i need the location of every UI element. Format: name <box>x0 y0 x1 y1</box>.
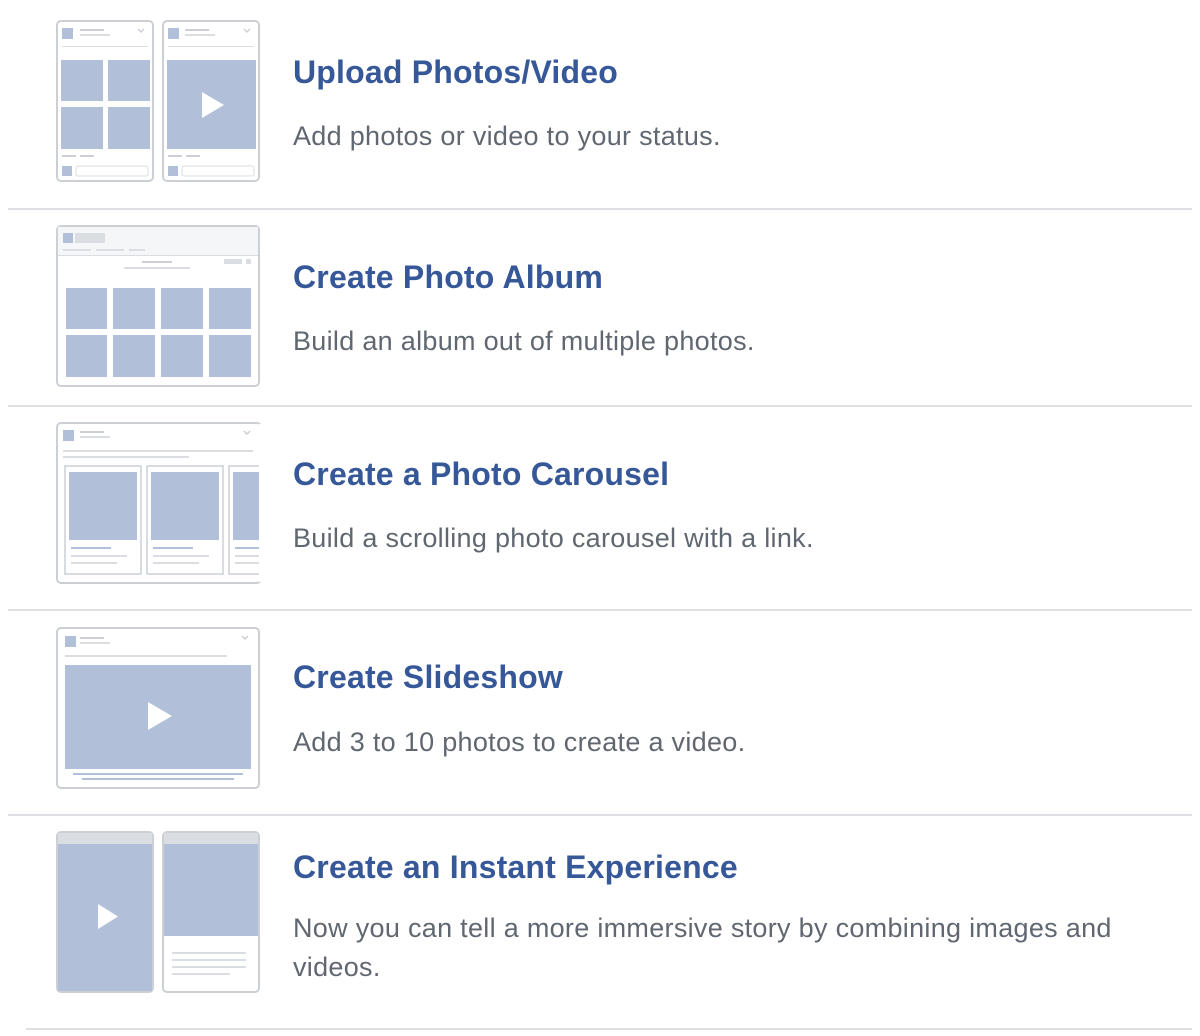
option-title[interactable]: Upload Photos/Video <box>293 54 618 91</box>
option-create-photo-album[interactable]: Create Photo Album Build an album out of… <box>8 210 1192 405</box>
option-title[interactable]: Create a Photo Carousel <box>293 456 669 493</box>
divider <box>26 1028 1192 1030</box>
upload-photos-video-illustration-icon <box>56 20 262 184</box>
option-description: Add photos or video to your status. <box>293 121 721 151</box>
option-create-instant-experience[interactable]: Create an Instant Experience Now you can… <box>8 816 1192 1028</box>
slideshow-illustration-icon <box>56 627 262 791</box>
option-upload-photos-video[interactable]: Upload Photos/Video Add photos or video … <box>8 0 1192 208</box>
option-description: Now you can tell a more immersive story … <box>293 913 1112 982</box>
instant-experience-illustration-icon <box>56 831 262 995</box>
option-description: Add 3 to 10 photos to create a video. <box>293 727 746 757</box>
option-create-slideshow[interactable]: Create Slideshow Add 3 to 10 photos to c… <box>8 611 1192 814</box>
option-description: Build an album out of multiple photos. <box>293 326 755 356</box>
option-create-photo-carousel[interactable]: Create a Photo Carousel Build a scrollin… <box>8 407 1192 609</box>
photo-carousel-illustration-icon <box>56 422 262 586</box>
option-title[interactable]: Create Photo Album <box>293 259 603 296</box>
option-title[interactable]: Create Slideshow <box>293 659 563 696</box>
option-description: Build a scrolling photo carousel with a … <box>293 523 814 553</box>
option-title[interactable]: Create an Instant Experience <box>293 849 738 886</box>
photo-album-illustration-icon <box>56 225 262 389</box>
